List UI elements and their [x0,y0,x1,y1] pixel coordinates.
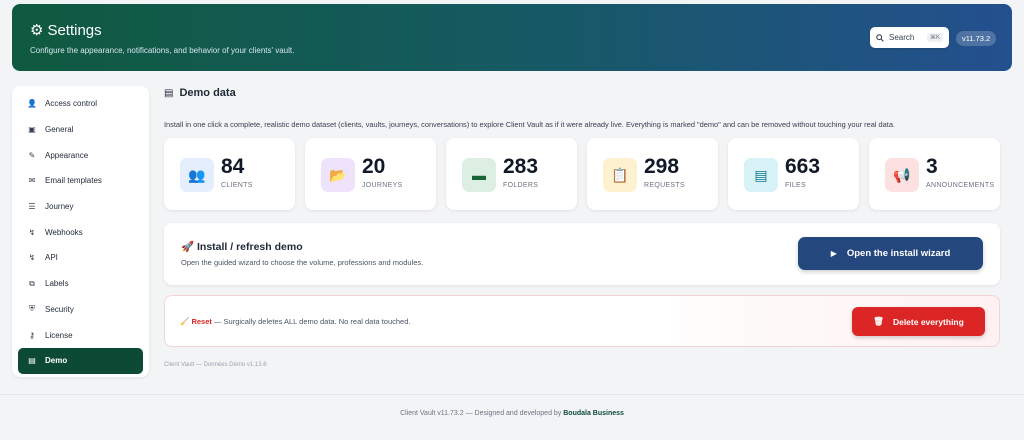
search-icon [876,33,884,42]
user-icon: 👤 [27,99,37,109]
broom-icon: 🧹 [180,317,190,326]
sidebar-item-label: License [45,330,73,340]
install-description: Open the guided wizard to choose the vol… [181,258,424,267]
sidebar-item-label: Journey [45,202,74,212]
sidebar-item-label: Security [45,304,74,314]
page-footer: Client Vault v11.73.2 — Designed and dev… [0,410,1024,417]
open-install-wizard-button[interactable]: ▶ Open the install wizard [798,237,983,270]
webhook-icon: ↯ [28,227,36,237]
trash-icon: 🗑 [873,316,884,326]
folder-open-icon: 📂 [321,158,355,192]
demo-version-note: Client Vault — Données Démo v1.13.6 [164,362,267,368]
stat-label: ANNOUNCEMENTS [926,182,995,189]
footer-version-text: v11.73.2 — Designed and developed by [435,410,564,417]
demo-icon: ▤ [28,356,36,366]
sidebar-item-appearance[interactable]: ✎ Appearance [18,142,143,168]
stat-value: 84 [221,155,245,178]
general-icon: ▣ [28,125,36,135]
stat-value: 663 [785,155,821,178]
sidebar-item-access-control[interactable]: 👤 Access control [18,91,143,117]
sidebar-item-license[interactable]: ⚷ License [18,322,143,348]
install-demo-card: 🚀 Install / refresh demo Open the guided… [164,223,1000,285]
demo-icon: ▤ [164,87,174,99]
users-icon: 👥 [180,158,214,192]
sidebar-item-label: Webhooks [45,227,83,237]
wizard-button-label: Open the install wizard [846,248,951,259]
page-header-title: ⚙ Settings [30,22,102,39]
intro-text: Install in one click a complete, realist… [164,120,895,129]
stat-card-announcements: 📢 3 ANNOUNCEMENTS [869,138,1000,210]
shield-icon: ⛨ [29,304,35,314]
delete-everything-button[interactable]: 🗑 Delete everything [852,307,985,336]
reset-demo-card: 🧹 Reset — Surgically deletes ALL demo da… [164,295,1000,347]
tag-icon: ⧉ [29,278,35,288]
stat-card-files: ▤ 663 FILES [728,138,859,210]
file-icon: ▤ [744,158,778,192]
stat-label: CLIENTS [221,182,253,189]
sidebar-item-email-templates[interactable]: ✉ Email templates [18,168,143,194]
reset-text: — Surgically deletes ALL demo data. No r… [211,317,411,326]
footer-divider [0,394,1024,395]
stat-card-clients: 👥 84 CLIENTS [164,138,295,210]
stat-card-journeys: 📂 20 JOURNEYS [305,138,436,210]
footer-brand-link[interactable]: Boudala Business [563,410,624,417]
settings-header: ⚙ Settings Configure the appearance, not… [12,4,1012,71]
sidebar-item-general[interactable]: ▣ General [18,117,143,143]
sidebar-item-demo[interactable]: ▤ Demo [18,347,143,374]
footer-prefix: Client Vault [400,410,436,417]
delete-button-label: Delete everything [892,316,964,327]
sidebar-item-label: Email templates [45,176,102,186]
stat-label: FILES [785,182,806,189]
journey-icon: ☰ [28,202,36,212]
stat-label: JOURNEYS [362,182,403,189]
search-button[interactable]: Search ⌘K [870,27,949,48]
api-icon: ↯ [28,253,36,263]
brush-icon: ✎ [28,150,36,160]
stat-value: 283 [503,155,539,178]
stat-card-folders: ▬ 283 FOLDERS [446,138,577,210]
stat-label: REQUESTS [644,182,685,189]
sidebar-item-label: Demo [45,356,68,366]
section-title: ▤ Demo data [164,87,236,99]
key-icon: ⚷ [29,330,35,340]
search-shortcut: ⌘K [926,33,943,42]
search-label: Search [889,33,915,42]
gear-icon: ⚙ [30,22,44,39]
header-title-text: Settings [47,22,102,39]
stats-row: 👥 84 CLIENTS 📂 20 JOURNEYS ▬ 283 FOLDERS… [164,138,1000,210]
megaphone-icon: 📢 [885,158,919,192]
reset-description: 🧹 Reset — Surgically deletes ALL demo da… [180,317,410,326]
install-title: 🚀 Install / refresh demo [181,241,303,253]
stat-card-requests: 📋 298 REQUESTS [587,138,718,210]
sidebar-item-label: API [45,253,58,263]
reset-label: Reset [191,317,212,326]
sidebar-item-label: General [45,125,74,135]
section-title-text: Demo data [179,87,236,99]
folder-icon: ▬ [462,158,496,192]
sidebar-item-api[interactable]: ↯ API [18,245,143,271]
sidebar-item-security[interactable]: ⛨ Security [18,297,143,323]
clipboard-icon: 📋 [603,158,637,192]
sidebar-item-label: Access control [45,99,98,109]
version-badge: v11.73.2 [956,31,997,46]
play-icon: ▶ [830,249,837,258]
stat-value: 298 [644,155,680,178]
sidebar-item-label: Appearance [45,150,89,160]
sidebar-item-journey[interactable]: ☰ Journey [18,194,143,220]
settings-sidebar: 👤 Access control ▣ General ✎ Appearance … [12,86,149,377]
sidebar-item-labels[interactable]: ⧉ Labels [18,271,143,297]
header-subtitle: Configure the appearance, notifications,… [30,46,295,55]
stat-label: FOLDERS [503,182,539,189]
sidebar-item-webhooks[interactable]: ↯ Webhooks [18,219,143,245]
stat-value: 3 [926,155,938,178]
sidebar-item-label: Labels [45,279,69,289]
stat-value: 20 [362,155,386,178]
envelope-icon: ✉ [28,176,36,186]
